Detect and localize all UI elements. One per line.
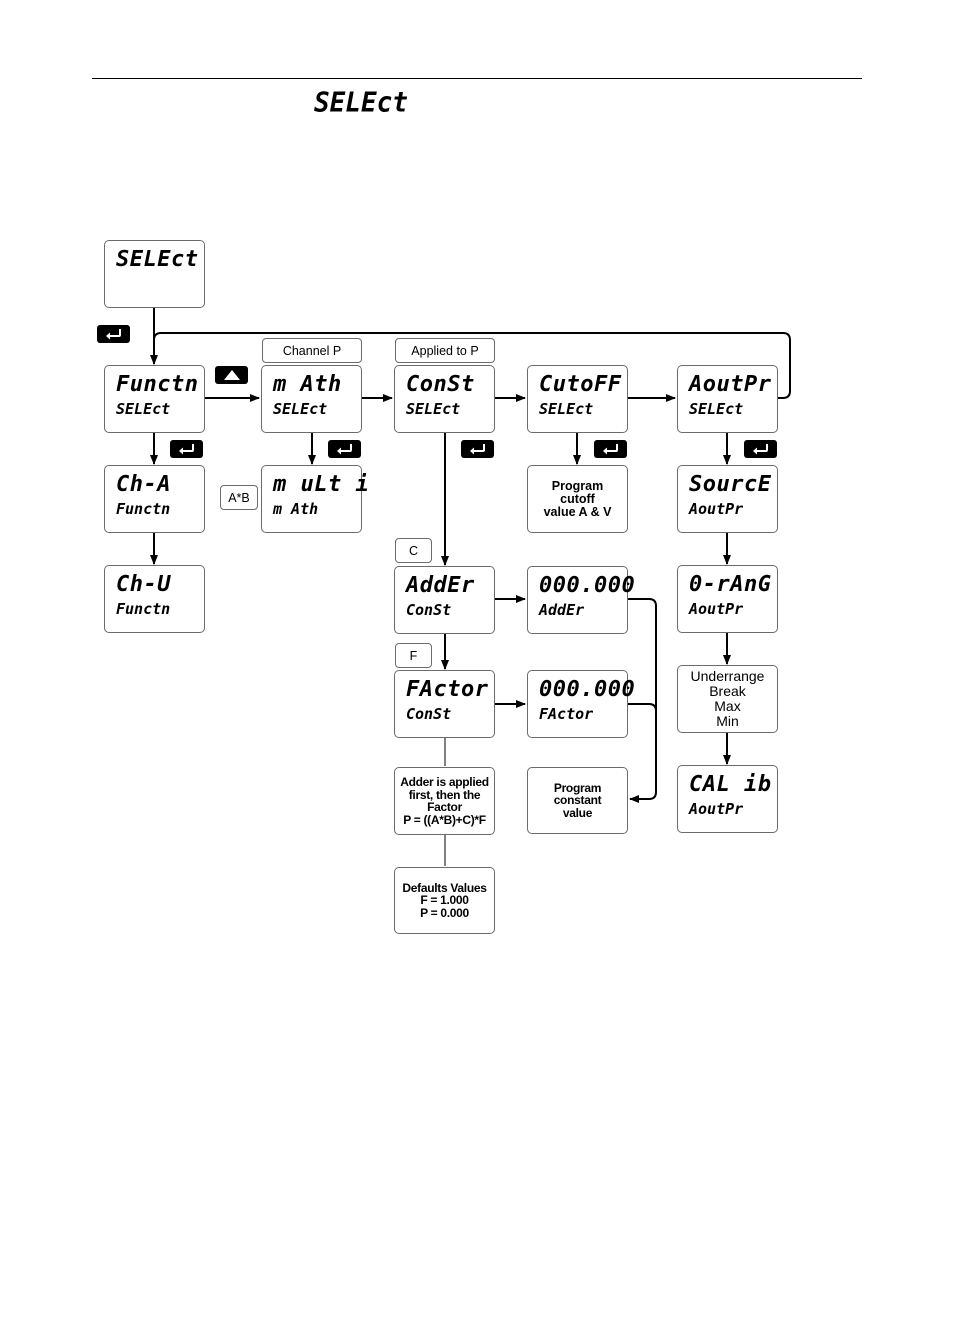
lcd-top-text: SourcE <box>689 472 772 497</box>
formula: P = ((A*B)+C)*F <box>403 812 486 827</box>
lcd-top-text: CAL ib <box>689 772 772 797</box>
note-line: value <box>562 805 593 820</box>
flow-connectors <box>150 307 791 866</box>
enter-key-icon <box>469 444 485 455</box>
lcd-top-text: m Ath <box>273 372 342 397</box>
lcd-select-root: SELEct <box>104 240 205 308</box>
lcd-top-text: 0-rAnG <box>689 572 772 597</box>
lcd-aoutpr-select: AoutPr SELEct <box>677 365 778 433</box>
lcd-bottom-text: AoutPr <box>689 500 744 518</box>
note-line: cutoff <box>560 491 595 506</box>
lcd-bottom-text: ConSt <box>406 601 452 619</box>
tag-c: C <box>395 538 432 563</box>
lcd-factor-value: 000.000 FActor <box>527 670 635 738</box>
enter-key-badge <box>594 440 627 458</box>
lcd-bottom-text: AddEr <box>539 601 585 619</box>
lcd-top-text: SELEct <box>116 247 199 272</box>
enter-key-badge <box>744 440 777 458</box>
lcd-calib: CAL ib AoutPr <box>677 765 778 833</box>
lcd-math-select: m Ath SELEct <box>261 365 362 433</box>
enter-key-icon <box>178 444 194 455</box>
connector-factor-value <box>628 703 657 712</box>
lcd-top-text: Ch-U <box>116 572 171 597</box>
lcd-bottom-text: FActor <box>539 705 594 723</box>
tag-applied-to-p: Applied to P <box>395 338 495 363</box>
lcd-ch-v: Ch-U Functn <box>104 565 205 633</box>
lcd-top-text: AddEr <box>406 573 475 598</box>
note-line: Program <box>551 478 604 493</box>
option-break: Break <box>709 683 746 699</box>
lcd-bottom-text: SELEct <box>539 400 594 418</box>
lcd-bottom-text: AoutPr <box>689 600 744 618</box>
lcd-multi: m uLt i m Ath <box>261 465 369 533</box>
lcd-bottom-text: Functn <box>116 500 171 518</box>
lcd-top-text: AoutPr <box>689 372 772 397</box>
lcd-source: SourcE AoutPr <box>677 465 778 533</box>
lcd-top-text: 000.000 <box>539 573 636 598</box>
default-p: P = 0.000 <box>420 905 469 920</box>
option-max: Max <box>714 698 741 714</box>
lcd-top-text: CutoFF <box>539 372 622 397</box>
lcd-bottom-text: SELEct <box>116 400 171 418</box>
lcd-top-text: Ch-A <box>116 472 171 497</box>
enter-key-badge <box>170 440 203 458</box>
lcd-ch-a: Ch-A Functn <box>104 465 205 533</box>
lcd-bottom-text: SELEct <box>406 400 461 418</box>
note-orange-options: Underrange Break Max Min <box>677 665 778 733</box>
lcd-functn-select: Functn SELEct <box>104 365 205 433</box>
tag-channel-p: Channel P <box>262 338 362 363</box>
lcd-top-text: 000.000 <box>539 677 636 702</box>
lcd-top-text: FActor <box>406 677 489 702</box>
enter-key-icon <box>105 329 121 340</box>
note-adder-applied-first: Adder is applied first, then the Factor P =… <box>394 767 495 835</box>
enter-key-icon <box>752 444 768 455</box>
lcd-top-text: m uLt i <box>273 472 370 497</box>
lcd-bottom-text: SELEct <box>689 400 744 418</box>
lcd-top-text: Functn <box>116 372 199 397</box>
up-key-badge <box>215 366 248 384</box>
enter-key-badge <box>97 325 130 343</box>
lcd-adder: AddEr ConSt <box>394 566 495 634</box>
lcd-adder-value: 000.000 AddEr <box>527 566 635 634</box>
lcd-top-text: ConSt <box>406 372 475 397</box>
tag-f: F <box>395 643 432 668</box>
enter-key-badge <box>328 440 361 458</box>
note-default-values: Defaults Values F = 1.000 P = 0.000 <box>394 867 495 934</box>
option-underrange: Underrange <box>690 668 765 684</box>
lcd-o-range: 0-rAnG AoutPr <box>677 565 778 633</box>
note-program-constant: Program constant value <box>527 767 628 834</box>
note-line: value A & V <box>543 504 612 519</box>
up-arrow-key-icon <box>223 370 240 380</box>
tag-a-times-b: A*B <box>220 485 258 510</box>
lcd-cutoff-select: CutoFF SELEct <box>527 365 628 433</box>
lcd-const-select: ConSt SELEct <box>394 365 495 433</box>
lcd-bottom-text: SELEct <box>273 400 328 418</box>
lcd-bottom-text: Functn <box>116 600 171 618</box>
lcd-factor: FActor ConSt <box>394 670 495 738</box>
enter-key-icon <box>336 444 352 455</box>
lcd-bottom-text: ConSt <box>406 705 452 723</box>
lcd-bottom-text: AoutPr <box>689 800 744 818</box>
option-min: Min <box>716 713 739 729</box>
lcd-bottom-text: m Ath <box>273 500 319 518</box>
enter-key-icon <box>602 444 618 455</box>
note-program-cutoff: Program cutoff value A & V <box>527 465 628 533</box>
enter-key-badge <box>461 440 494 458</box>
